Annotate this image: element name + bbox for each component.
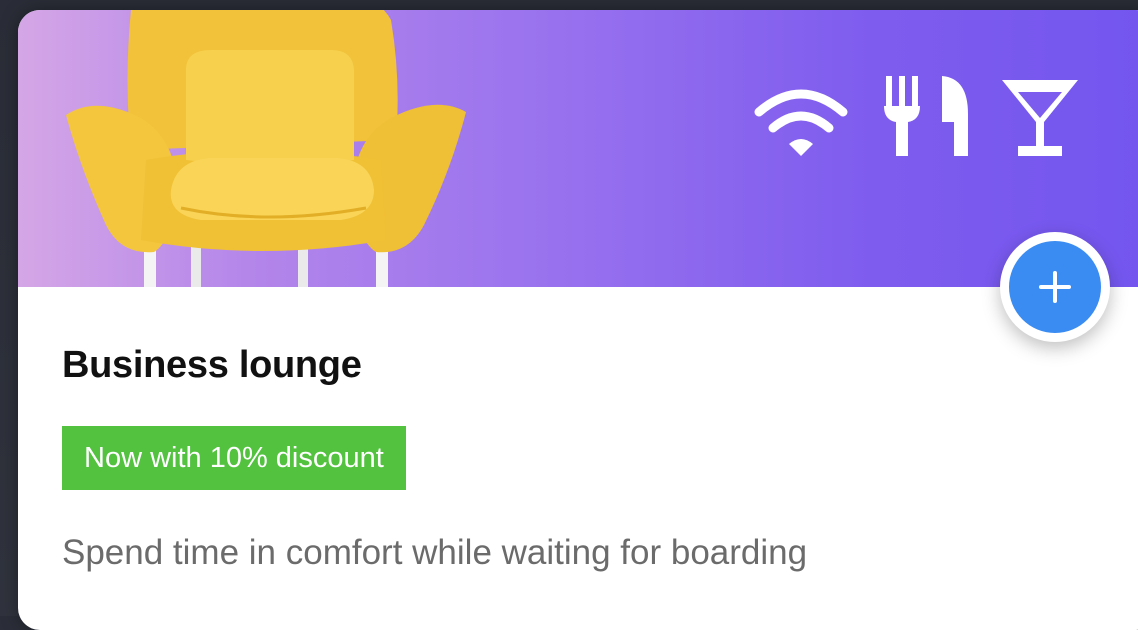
card-description: Spend time in comfort while waiting for …: [62, 533, 808, 572]
plus-icon: [1009, 241, 1101, 333]
discount-badge: Now with 10% discount: [62, 426, 406, 490]
card-hero-banner: [18, 10, 1138, 287]
armchair-image: [66, 10, 466, 287]
add-button[interactable]: [1000, 232, 1110, 342]
wifi-icon: [753, 82, 849, 162]
lounge-card[interactable]: Business lounge Now with 10% discount Sp…: [18, 10, 1138, 630]
card-title: Business lounge: [62, 344, 362, 386]
cocktail-icon: [998, 76, 1082, 158]
cutlery-icon: [880, 76, 976, 156]
